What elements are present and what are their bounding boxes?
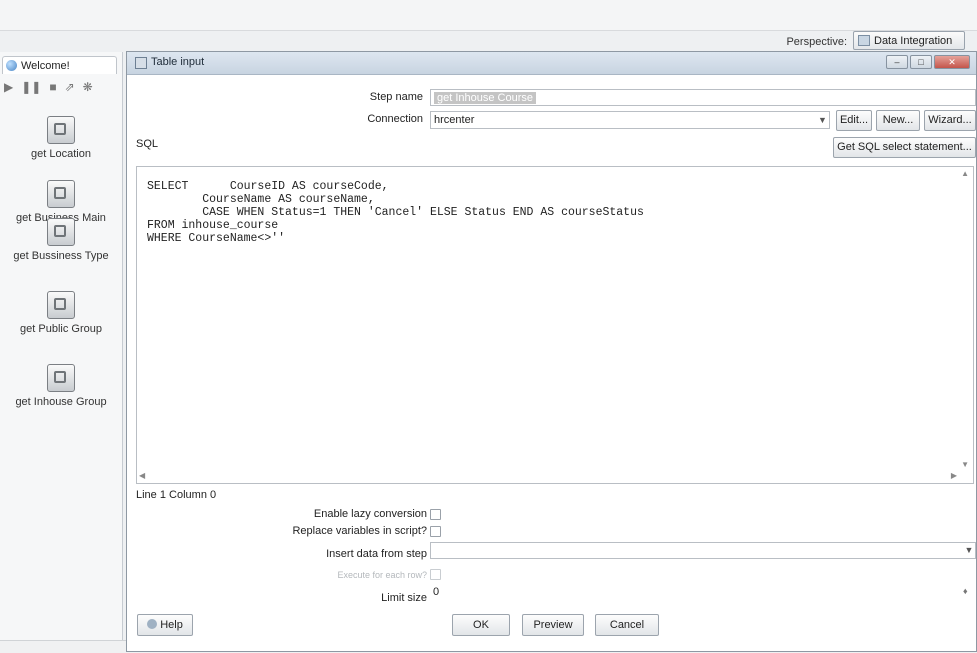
insert-from-step-select[interactable]	[430, 542, 976, 559]
canvas-step-get-bussiness-type[interactable]: get Bussiness Type	[0, 218, 122, 262]
perspective-button[interactable]: Data Integration	[853, 31, 965, 50]
edit-connection-button[interactable]: Edit...	[836, 110, 872, 131]
chevron-down-icon[interactable]: ▼	[815, 111, 830, 129]
ok-button[interactable]: OK	[452, 614, 510, 636]
connection-select[interactable]: hrcenter	[430, 111, 830, 129]
table-input-icon	[47, 291, 75, 319]
scroll-right-icon[interactable]: ▶	[951, 471, 957, 480]
table-input-dialog: Table input – □ ✕ Step name get Inhouse …	[126, 51, 977, 652]
window-controls: – □ ✕	[886, 55, 970, 69]
execute-each-row-label: Execute for each row?	[337, 570, 427, 580]
step-label: get Inhouse Group	[15, 396, 107, 408]
perspective-label: Perspective:	[786, 36, 847, 48]
canvas-toolbar: ▶ ❚❚ ■ ⇗ ❋	[4, 80, 93, 96]
sql-line: CourseName AS courseName,	[147, 193, 375, 206]
execute-each-row-checkbox[interactable]	[430, 569, 441, 580]
dialog-title: Table input	[151, 56, 205, 68]
run-icon[interactable]: ▶	[4, 80, 13, 96]
cancel-button[interactable]: Cancel	[595, 614, 659, 636]
scroll-up-icon[interactable]: ▲	[961, 169, 969, 178]
replace-variables-label: Replace variables in script?	[292, 525, 427, 537]
sql-line: CASE WHEN Status=1 THEN 'Cancel' ELSE St…	[147, 206, 644, 219]
table-input-icon	[135, 57, 147, 69]
help-label: Help	[160, 619, 183, 631]
variable-icon: ♦	[963, 586, 968, 596]
table-input-icon	[47, 116, 75, 144]
canvas-step-get-inhouse-group[interactable]: get Inhouse Group	[0, 364, 122, 408]
tab-welcome-label: Welcome!	[21, 60, 70, 72]
table-input-icon	[47, 364, 75, 392]
sql-line: SELECT CourseID AS courseCode,	[147, 180, 389, 193]
scroll-down-icon[interactable]: ▼	[961, 460, 969, 469]
perspective-value: Data Integration	[874, 35, 953, 47]
step-label: get Bussiness Type	[13, 250, 109, 262]
canvas-step-get-location[interactable]: get Location	[0, 116, 122, 160]
canvas-step-get-public-group[interactable]: get Public Group	[0, 291, 122, 335]
help-icon	[147, 619, 158, 629]
preview-icon[interactable]: ⇗	[65, 80, 75, 96]
step-name-value: get Inhouse Course	[434, 92, 537, 104]
top-bar	[0, 0, 977, 31]
wizard-button[interactable]: Wizard...	[924, 110, 976, 131]
sql-editor[interactable]: SELECT CourseID AS courseCode, CourseNam…	[136, 166, 974, 484]
limit-size-field[interactable]: 0	[430, 586, 963, 603]
limit-size-label: Limit size	[381, 592, 427, 604]
stop-icon[interactable]: ■	[49, 80, 56, 96]
connection-label: Connection	[367, 113, 423, 125]
minimize-button[interactable]: –	[886, 55, 908, 69]
tab-welcome[interactable]: Welcome!	[2, 56, 117, 74]
new-connection-button[interactable]: New...	[876, 110, 920, 131]
table-input-icon	[47, 180, 75, 208]
get-sql-select-button[interactable]: Get SQL select statement...	[833, 137, 976, 158]
help-button[interactable]: Help	[137, 614, 193, 636]
replace-variables-checkbox[interactable]	[430, 526, 441, 537]
pause-icon[interactable]: ❚❚	[21, 80, 41, 96]
lazy-conversion-checkbox[interactable]	[430, 509, 441, 520]
cursor-position: Line 1 Column 0	[136, 489, 217, 501]
dialog-titlebar[interactable]: Table input – □ ✕	[127, 52, 976, 75]
step-label: get Public Group	[20, 323, 102, 335]
perspective-icon	[858, 35, 870, 46]
globe-icon	[6, 60, 17, 71]
sql-code: SELECT CourseID AS courseCode, CourseNam…	[147, 180, 644, 245]
connection-value: hrcenter	[434, 114, 475, 126]
lazy-conversion-label: Enable lazy conversion	[313, 508, 427, 520]
insert-from-step-label: Insert data from step	[326, 548, 427, 560]
sql-line: FROM inhouse_course	[147, 219, 279, 232]
table-input-icon	[47, 218, 75, 246]
scroll-left-icon[interactable]: ◀	[139, 471, 145, 480]
step-label: get Location	[31, 148, 91, 160]
sql-label: SQL	[136, 138, 159, 150]
preview-button[interactable]: Preview	[522, 614, 584, 636]
step-name-label: Step name	[369, 91, 423, 103]
close-button[interactable]: ✕	[934, 55, 970, 69]
step-name-field[interactable]: get Inhouse Course	[430, 89, 976, 106]
sql-line: WHERE CourseName<>''	[147, 232, 286, 245]
chevron-down-icon[interactable]: ▼	[962, 542, 976, 559]
maximize-button[interactable]: □	[910, 55, 932, 69]
debug-icon[interactable]: ❋	[83, 80, 93, 96]
